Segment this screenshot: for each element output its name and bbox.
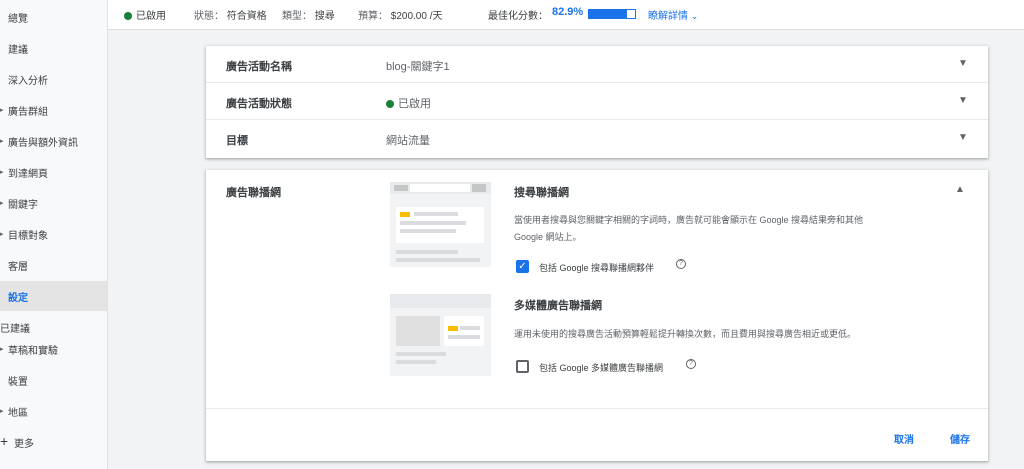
sidebar-item-label: 設定 [8, 292, 28, 304]
search-network-illustration [390, 182, 491, 267]
optimization-score-bar [588, 9, 636, 19]
setting-value: 已啟用 [386, 95, 431, 111]
setting-title: 廣告活動名稱 [226, 61, 292, 73]
sidebar-item-label: 裝置 [8, 376, 28, 388]
sidebar-item-label: 地區 [8, 407, 28, 419]
chevron-down-icon: ⌄ [690, 11, 699, 21]
setting-row-campaign-name[interactable]: 廣告活動名稱 blog-關鍵字1 ▼ [206, 46, 988, 83]
help-icon[interactable]: ? [676, 259, 686, 269]
setting-row-campaign-status[interactable]: 廣告活動狀態 已啟用 ▼ [206, 83, 988, 120]
learn-more-link[interactable]: 瞭解詳情 ⌄ [648, 7, 698, 22]
expand-arrow-icon: ▸ [0, 408, 4, 415]
save-button[interactable]: 儲存 [950, 431, 970, 446]
optimization-score-fill [589, 10, 628, 18]
campaign-status: 已啟用 [124, 7, 166, 22]
networks-title: 廣告聯播網 [226, 187, 281, 199]
expand-arrow-icon: ▸ [0, 107, 4, 114]
plus-icon: + [0, 433, 9, 449]
sidebar-item-label: 客層 [8, 261, 28, 273]
sidebar-item-label: 廣告群組 [8, 106, 48, 118]
campaign-type: 類型： 搜尋 [282, 11, 335, 22]
sidebar-item-devices[interactable]: 裝置 [0, 365, 107, 395]
campaign-status-bar: 已啟用 狀態： 符合資格 類型： 搜尋 預算： $200.00 /天 最佳化分數… [108, 0, 1024, 30]
help-icon[interactable]: ? [686, 359, 696, 369]
sidebar-item-label: 關鍵字 [8, 199, 38, 211]
sidebar-item-ad-groups[interactable]: ▸ 廣告群組 [0, 95, 107, 125]
sidebar-item-label: 深入分析 [8, 75, 48, 87]
search-partners-checkbox[interactable]: ✓ [516, 260, 529, 273]
chevron-down-icon[interactable]: ▼ [958, 132, 968, 143]
enabled-dot-icon [386, 100, 394, 109]
search-partners-label: 包括 Google 搜尋聯播網夥伴 [539, 263, 655, 273]
setting-value: 網站流量 [386, 135, 430, 147]
expand-arrow-icon: ▸ [0, 169, 4, 176]
optimization-score-value: 82.9% [552, 6, 584, 18]
display-network-checkbox[interactable] [516, 360, 529, 373]
sidebar-item-ads-extensions[interactable]: ▸ 廣告與額外資訊 [0, 126, 107, 156]
sidebar-item-locations[interactable]: ▸ 地區 [0, 396, 107, 426]
sidebar-item-audiences[interactable]: ▸ 目標對象 [0, 219, 107, 249]
sidebar-item-label: 廣告與額外資訊 [8, 137, 78, 149]
setting-value: blog-關鍵字1 [386, 61, 450, 73]
search-network-description: 當使用者搜尋與您關鍵字相關的字詞時，廣告就可能會顯示在 Google 搜尋結果旁… [514, 215, 864, 242]
sidebar-item-label: 目標對象 [8, 230, 48, 242]
divider [206, 408, 988, 409]
sidebar-item-drafts-experiments[interactable]: ▸ 草稿和實驗 [0, 334, 107, 364]
sidebar-item-settings[interactable]: 設定 [0, 281, 107, 311]
sidebar-item-label: 更多 [14, 438, 34, 450]
setting-title: 廣告活動狀態 [226, 98, 292, 110]
campaign-budget: 預算： $200.00 /天 [358, 11, 443, 22]
display-network-description: 運用未使用的搜尋廣告活動預算輕鬆提升轉換次數，而且費用與搜尋廣告相近或更低。 [514, 329, 857, 339]
sidebar-item-more[interactable]: + 更多 [0, 427, 107, 457]
sidebar-item-keywords[interactable]: ▸ 關鍵字 [0, 188, 107, 218]
optimization-score-label: 最佳化分數： [488, 11, 548, 22]
expand-arrow-icon: ▸ [0, 200, 4, 207]
sidebar-item-overview[interactable]: 總覽 [0, 2, 107, 32]
sidebar-item-label: 草稿和實驗 [8, 345, 58, 357]
sidebar-section-label: 已建議 [0, 324, 30, 335]
chevron-down-icon[interactable]: ▼ [958, 58, 968, 69]
expand-arrow-icon: ▸ [0, 231, 4, 238]
sidebar-item-label: 總覽 [8, 13, 28, 25]
chevron-down-icon[interactable]: ▼ [958, 95, 968, 106]
campaign-settings-card: 廣告活動名稱 blog-關鍵字1 ▼ 廣告活動狀態 已啟用 ▼ 目標 網站流量 … [206, 46, 988, 158]
sidebar-item-demographics[interactable]: 客層 [0, 250, 107, 280]
display-network-illustration [390, 294, 491, 376]
sidebar-item-recommendations[interactable]: 建議 [0, 33, 107, 63]
display-network-label: 包括 Google 多媒體廣告聯播網 [539, 363, 664, 373]
networks-card: 廣告聯播網 ▲ 搜尋聯播網 當使用者搜尋與您關鍵字相關的字詞時，廣告就可能會顯示… [206, 170, 988, 461]
chevron-up-icon[interactable]: ▲ [955, 184, 965, 195]
setting-row-goal[interactable]: 目標 網站流量 ▼ [206, 120, 988, 157]
display-network-title: 多媒體廣告聯播網 [514, 300, 602, 312]
sidebar-item-insights[interactable]: 深入分析 [0, 64, 107, 94]
sidebar-item-landing-pages[interactable]: ▸ 到達網頁 [0, 157, 107, 187]
eligibility-status: 狀態： 符合資格 [194, 11, 267, 22]
enabled-dot-icon [124, 12, 132, 21]
sidebar: 總覽 建議 深入分析 ▸ 廣告群組 ▸ 廣告與額外資訊 ▸ 到達網頁 ▸ 關鍵字… [0, 0, 108, 469]
sidebar-item-label: 建議 [8, 44, 28, 56]
expand-arrow-icon: ▸ [0, 346, 4, 353]
sidebar-item-label: 到達網頁 [8, 168, 48, 180]
expand-arrow-icon: ▸ [0, 138, 4, 145]
cancel-button[interactable]: 取消 [894, 431, 914, 446]
setting-title: 目標 [226, 135, 248, 147]
search-network-title: 搜尋聯播網 [514, 187, 569, 199]
